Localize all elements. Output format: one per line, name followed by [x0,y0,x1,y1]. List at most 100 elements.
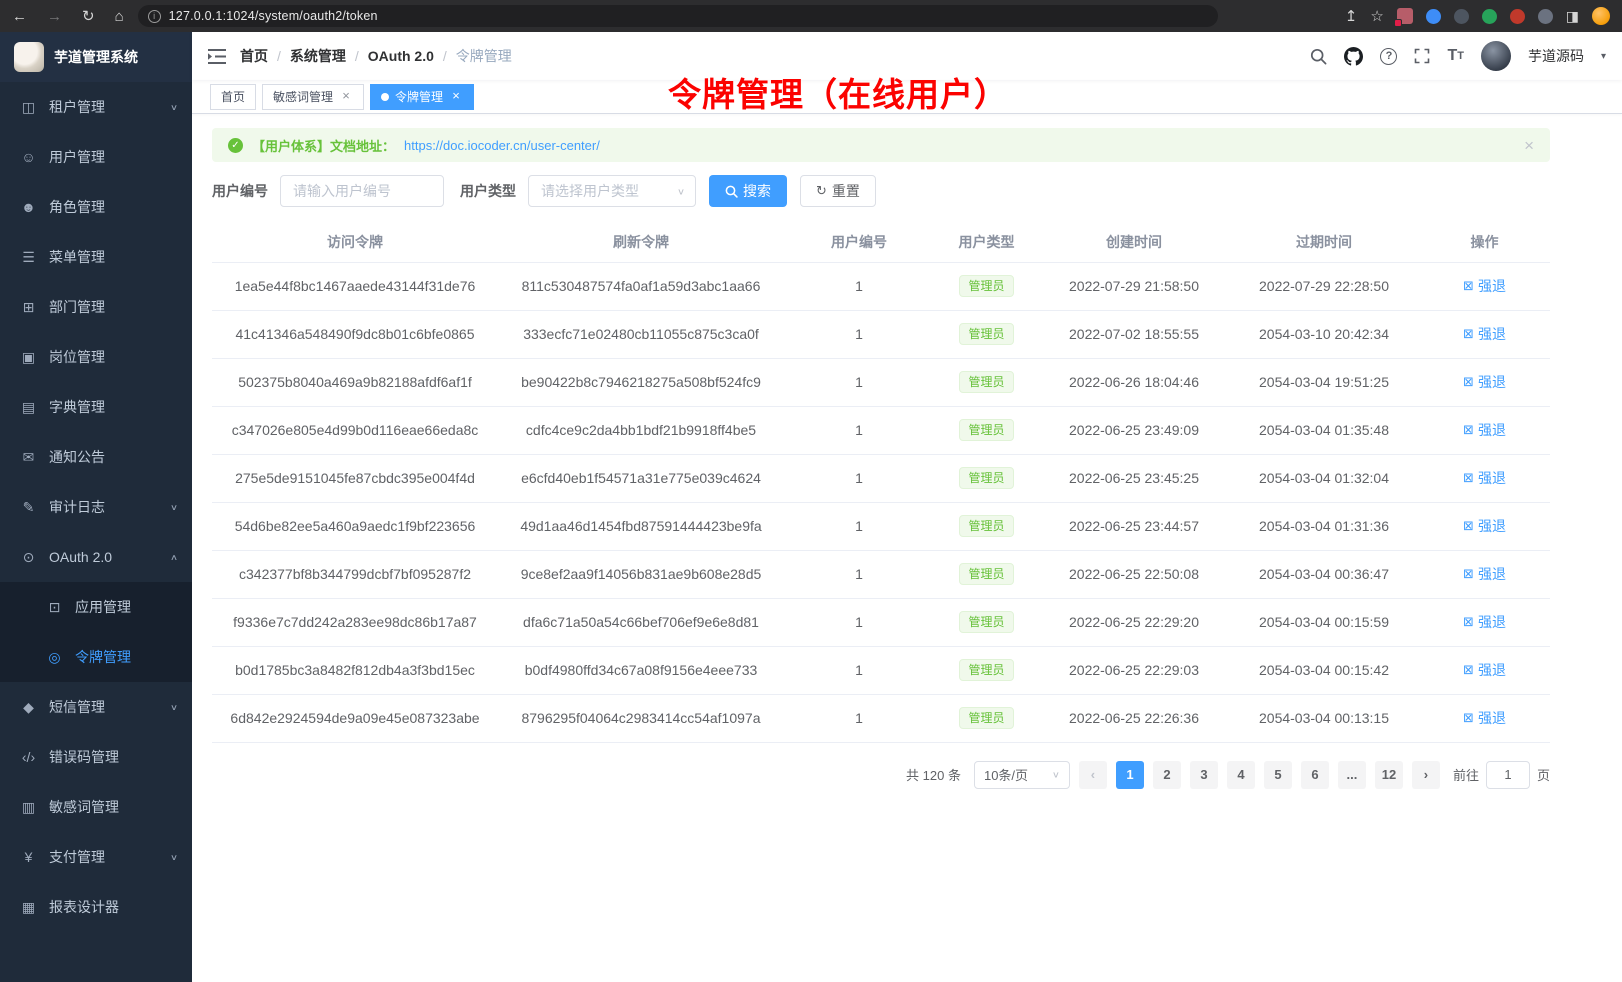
user-type-label: 用户类型 [460,181,516,201]
sidebar-item-sensitive-word[interactable]: ▥敏感词管理 [0,782,192,832]
tab-sensitive-word[interactable]: 敏感词管理× [262,84,364,110]
sidebar-item-menu[interactable]: ☰菜单管理 [0,232,192,282]
page-button-12[interactable]: 12 [1375,761,1403,789]
alert-close-icon[interactable]: × [1524,137,1534,154]
cell-actions: ⊠强退 [1419,694,1550,742]
force-logout-button[interactable]: ⊠强退 [1463,612,1506,632]
user-avatar[interactable] [1481,41,1511,71]
breadcrumb-item-2[interactable]: OAuth 2.0 [368,48,434,64]
bookmark-star-icon[interactable]: ☆ [1370,9,1383,24]
page-button-4[interactable]: 4 [1227,761,1255,789]
tab-label: 令牌管理 [395,88,443,105]
force-logout-button[interactable]: ⊠强退 [1463,420,1506,440]
page-button-2[interactable]: 2 [1153,761,1181,789]
cell-refresh-token: b0df4980ffd34c67a08f9156e4eee733 [498,646,784,694]
sidebar-item-report-designer[interactable]: ▦报表设计器 [0,882,192,932]
page-size-select[interactable]: 10条/页∨ [974,761,1070,789]
forward-icon[interactable]: → [47,9,62,24]
cell-access-token: 41c41346a548490f9dc8b01c6bfe0865 [212,310,498,358]
force-logout-button[interactable]: ⊠强退 [1463,516,1506,536]
sidebar-item-tenant[interactable]: ◫租户管理∨ [0,82,192,132]
sidebar-item-oauth[interactable]: ⊙OAuth 2.0∧ [0,532,192,582]
page-button-5[interactable]: 5 [1264,761,1292,789]
sidebar-item-user[interactable]: ☺用户管理 [0,132,192,182]
force-logout-button[interactable]: ⊠强退 [1463,276,1506,296]
prev-page-button[interactable]: ‹ [1079,761,1107,789]
home-icon[interactable]: ⌂ [115,9,124,24]
browser-chrome: ← → ↻ ⌂ i 127.0.0.1:1024/system/oauth2/t… [0,0,1622,32]
globe-extension-icon[interactable] [1454,9,1469,24]
url-text: 127.0.0.1:1024/system/oauth2/token [169,9,378,23]
sidebar-item-payment[interactable]: ¥支付管理∨ [0,832,192,882]
sidebar-item-label: 报表设计器 [49,897,119,917]
next-page-button[interactable]: › [1412,761,1440,789]
water-drop-extension-icon[interactable] [1426,9,1441,24]
refresh-icon[interactable]: ↻ [82,9,95,24]
goto-page-input[interactable] [1486,761,1530,789]
page-button-3[interactable]: 3 [1190,761,1218,789]
green-extension-icon[interactable] [1482,9,1497,24]
force-logout-button[interactable]: ⊠强退 [1463,708,1506,728]
tab-token-management[interactable]: 令牌管理 × [370,84,474,110]
sidebar-item-label: OAuth 2.0 [49,549,112,565]
user-name[interactable]: 芋道源码 [1528,46,1584,66]
sidebar: 芋道管理系统 ◫租户管理∨☺用户管理☻角色管理☰菜单管理⊞部门管理▣岗位管理▤字… [0,32,192,982]
paw-extension-icon[interactable] [1538,9,1553,24]
oauth-icon: ⊙ [20,549,37,566]
force-logout-button[interactable]: ⊠强退 [1463,660,1506,680]
back-icon[interactable]: ← [12,9,27,24]
cell-refresh-token: be90422b8c7946218275a508bf524fc9 [498,358,784,406]
breadcrumb-item-0[interactable]: 首页 [240,46,268,66]
help-icon[interactable]: ? [1380,48,1397,65]
doc-link[interactable]: https://doc.iocoder.cn/user-center/ [404,138,600,153]
tab-home[interactable]: 首页 [210,84,256,110]
sidebar-item-post[interactable]: ▣岗位管理 [0,332,192,382]
more-pages-button[interactable]: ... [1338,761,1366,789]
user-type-select[interactable]: 请选择用户类型 ∨ [528,175,696,207]
reset-button[interactable]: ↻ 重置 [800,175,876,207]
sidebar-item-dict[interactable]: ▤字典管理 [0,382,192,432]
cell-user-id: 1 [784,358,934,406]
search-icon[interactable] [1310,48,1327,65]
sidebar-item-error-code[interactable]: ‹/›错误码管理 [0,732,192,782]
page-button-6[interactable]: 6 [1301,761,1329,789]
sidebar-item-app-management[interactable]: ⊡应用管理 [0,582,192,632]
pagination: 共 120 条10条/页∨‹123456...12›前往页 [212,761,1550,789]
cell-expire-time: 2022-07-29 22:28:50 [1229,262,1419,310]
extension-grid-badge-icon[interactable] [1397,8,1413,24]
tab-close-icon[interactable]: × [339,90,353,104]
url-bar[interactable]: i 127.0.0.1:1024/system/oauth2/token [138,5,1218,27]
search-button[interactable]: 搜索 [709,175,787,207]
site-info-icon[interactable]: i [148,10,161,23]
sidebar-item-audit-log[interactable]: ✎审计日志∨ [0,482,192,532]
tab-close-icon[interactable]: × [449,90,463,104]
sidebar-item-dept[interactable]: ⊞部门管理 [0,282,192,332]
share-icon[interactable]: ↥ [1345,9,1358,24]
cell-expire-time: 2054-03-04 00:13:15 [1229,694,1419,742]
force-logout-button[interactable]: ⊠强退 [1463,564,1506,584]
sidebar-item-role[interactable]: ☻角色管理 [0,182,192,232]
fullscreen-icon[interactable] [1414,48,1430,64]
user-icon: ☺ [20,149,37,165]
hamburger-icon[interactable] [208,49,226,64]
user-type-tag: 管理员 [959,515,1013,537]
user-id-input[interactable] [280,175,444,207]
sidebar-item-token-management[interactable]: ◎令牌管理 [0,632,192,682]
github-icon[interactable] [1344,47,1363,66]
split-screen-icon[interactable]: ◨ [1566,8,1579,25]
force-logout-button[interactable]: ⊠强退 [1463,372,1506,392]
table-row: c342377bf8b344799dcbf7bf095287f29ce8ef2a… [212,550,1550,598]
sidebar-item-sms[interactable]: ◆短信管理∨ [0,682,192,732]
user-type-tag: 管理员 [959,323,1013,345]
puzzle-extensions-icon[interactable] [1510,9,1525,24]
browser-profile-avatar[interactable] [1592,7,1610,25]
breadcrumb-item-1[interactable]: 系统管理 [290,46,346,66]
sidebar-item-notice[interactable]: ✉通知公告 [0,432,192,482]
sidebar-item-label: 部门管理 [49,297,105,317]
page-button-1[interactable]: 1 [1116,761,1144,789]
user-menu-caret-icon[interactable]: ▾ [1601,51,1606,62]
force-logout-button[interactable]: ⊠强退 [1463,468,1506,488]
font-size-icon[interactable]: TT [1447,47,1464,65]
force-logout-button[interactable]: ⊠强退 [1463,324,1506,344]
app-logo[interactable]: 芋道管理系统 [0,32,192,82]
